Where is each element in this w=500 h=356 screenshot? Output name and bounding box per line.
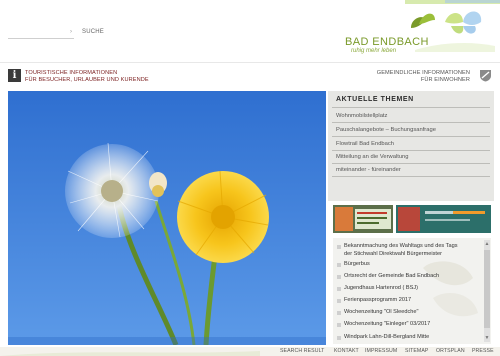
info-icon[interactable]: i <box>8 69 21 82</box>
scroll-down-arrow-icon[interactable]: ▼ <box>484 334 490 342</box>
news-bullet-icon <box>337 287 341 291</box>
news-link[interactable]: Bekanntmachung des Wahltags und des Tags <box>344 243 458 249</box>
topic-divider <box>332 150 490 151</box>
topic-link[interactable]: miteinander - füreinander <box>336 167 401 173</box>
brand-title[interactable]: BAD ENDBACH <box>345 36 429 48</box>
news-bullet-icon <box>337 263 341 267</box>
footer-link-map[interactable]: ORTSPLAN <box>436 348 465 354</box>
topics-divider <box>332 107 490 108</box>
scroll-up-arrow-icon[interactable]: ▲ <box>484 240 490 248</box>
tourist-info-link[interactable]: TOURISTISCHE INFORMATIONEN <box>25 70 117 76</box>
coat-of-arms-icon[interactable] <box>479 69 492 82</box>
footer-link-search-result[interactable]: SEARCH RESULT <box>280 348 324 354</box>
topic-divider <box>332 136 490 137</box>
news-bullet-icon <box>337 299 341 303</box>
search-go-icon[interactable]: › <box>70 29 76 35</box>
municipal-info-link[interactable]: GEMEINDLICHE INFORMATIONEN <box>377 70 470 76</box>
news-scrollbar-thumb[interactable] <box>484 250 490 328</box>
news-link[interactable]: Wochenzeitung "Ol Sleedche" <box>344 309 418 315</box>
news-bullet-icon <box>337 311 341 315</box>
footer-link-contact[interactable]: KONTAKT <box>334 348 359 354</box>
news-bullet-icon <box>337 323 341 327</box>
municipal-info-subtitle[interactable]: FÜR EINWOHNER <box>421 77 470 83</box>
news-bullet-icon <box>337 245 341 249</box>
topic-link[interactable]: Flowtrail Bad Endbach <box>336 141 394 147</box>
topic-divider <box>332 176 490 177</box>
promo-banners[interactable] <box>333 205 491 233</box>
footer-link-sitemap[interactable]: SITEMAP <box>405 348 428 354</box>
news-link-continued[interactable]: der Stichwahl Direktwahl Bürgermeister <box>344 251 442 257</box>
news-link[interactable]: Jugendhaus Hartenrod ( BSJ) <box>344 285 418 291</box>
news-link[interactable]: Wochenzeitung "Einleger" 03/2017 <box>344 321 430 327</box>
topic-divider <box>332 163 490 164</box>
tourist-info-subtitle[interactable]: FÜR BESUCHER, URLAUBER UND KURENDE <box>25 77 149 83</box>
news-bullet-icon <box>337 275 341 279</box>
topic-link[interactable]: Pauschalangebote – Buchungsanfrage <box>336 127 436 133</box>
search-button[interactable]: SUCHE <box>82 29 104 35</box>
topics-title: AKTUELLE THEMEN <box>336 96 414 103</box>
header-divider <box>0 62 500 63</box>
news-link[interactable]: Windpark Lahn-Dill-Bergland Mitte <box>344 334 429 340</box>
news-link[interactable]: Ferienpassprogramm 2017 <box>344 297 411 303</box>
news-link[interactable]: Ortsrecht der Gemeinde Bad Endbach <box>344 273 439 279</box>
footer-link-imprint[interactable]: IMPRESSUM <box>365 348 397 354</box>
search-input[interactable] <box>8 27 74 39</box>
news-bullet-icon <box>337 336 341 340</box>
topic-link[interactable]: Mitteilung an die Verwaltung <box>336 154 409 160</box>
topic-link[interactable]: Wohnmobilstellplatz <box>336 113 387 119</box>
hero-image-dandelions <box>8 91 326 345</box>
brand-subtitle: ruhig mehr leben <box>351 48 397 54</box>
footer-link-press[interactable]: PRESSE <box>472 348 494 354</box>
news-link[interactable]: Bürgerbus <box>344 261 370 267</box>
topic-divider <box>332 122 490 123</box>
